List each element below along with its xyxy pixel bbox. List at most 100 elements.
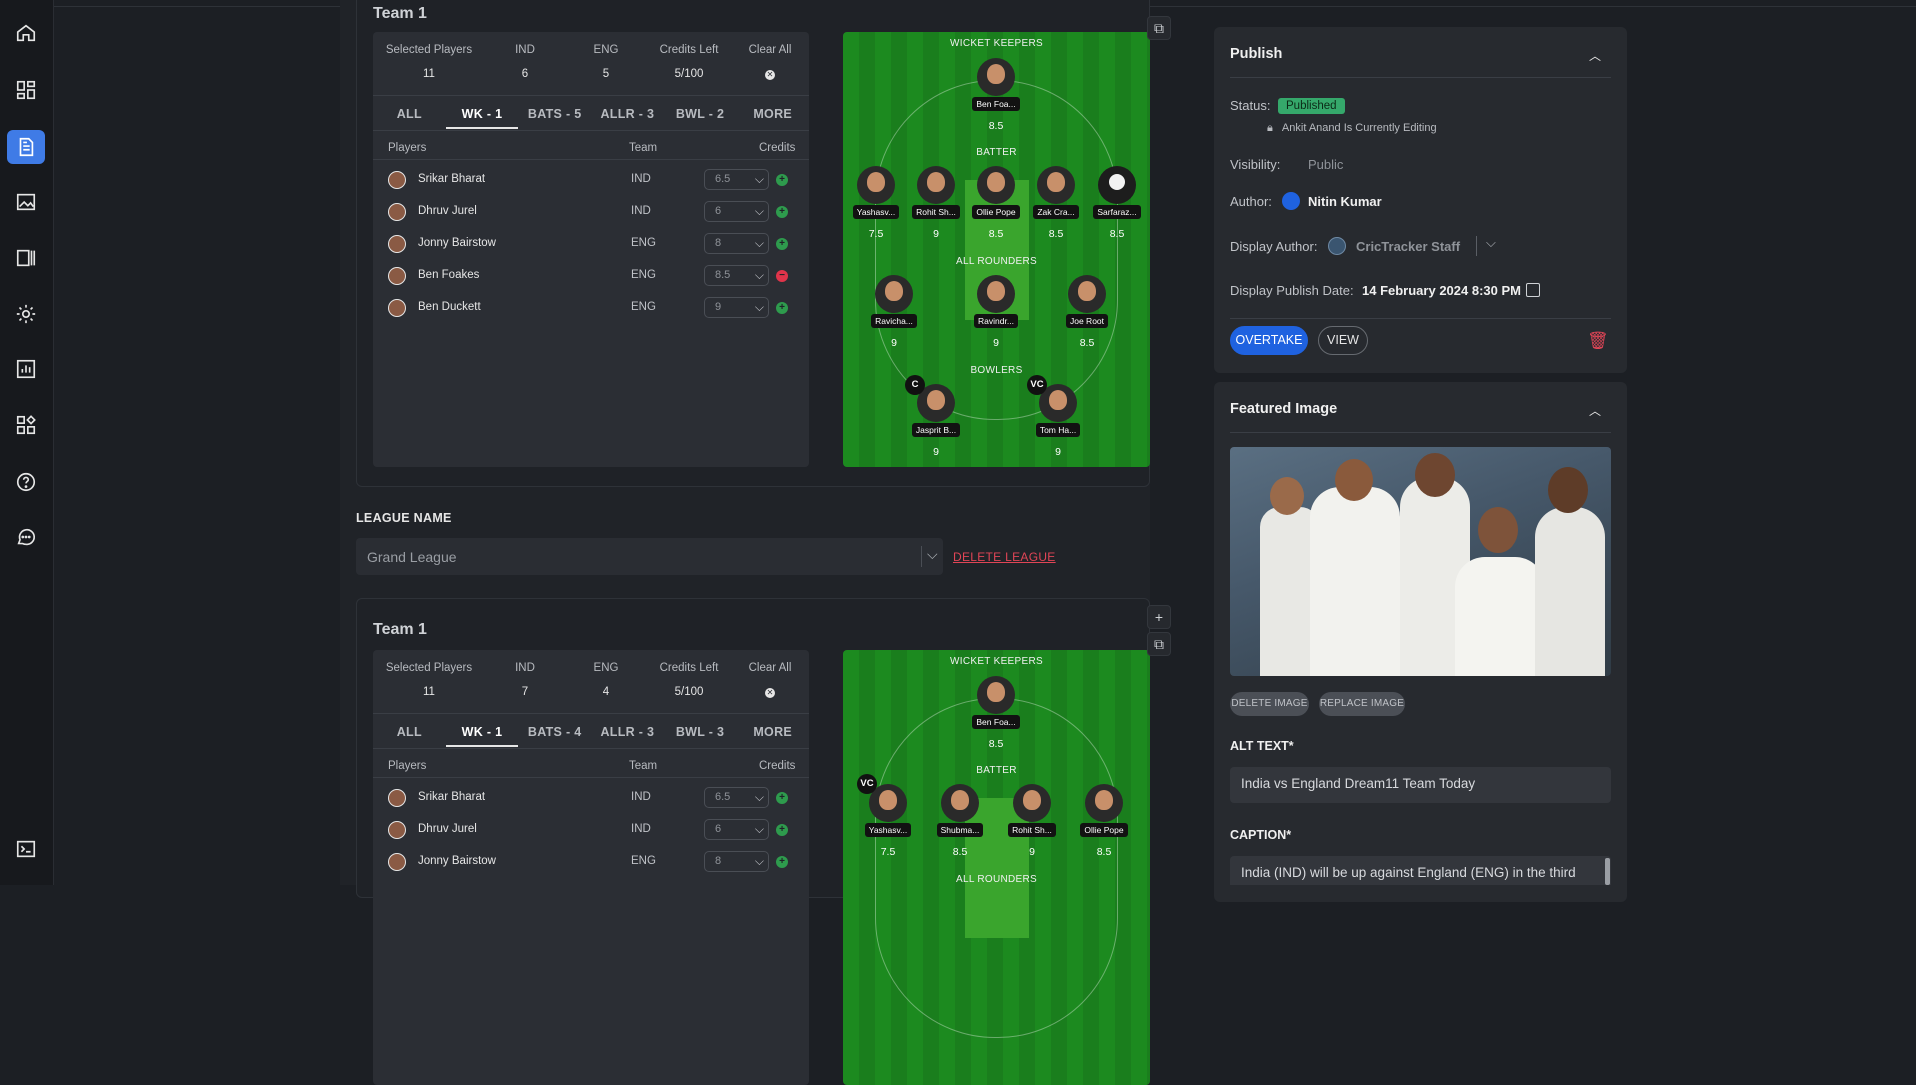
remove-player-icon[interactable]: −	[776, 270, 788, 282]
credits-select[interactable]: 6.5 ⌵	[704, 169, 769, 190]
team-card: Team 1 Selected Players IND ENG Credits …	[356, 598, 1150, 1085]
player-row[interactable]: Ben Duckett ENG 9 ⌵ +	[373, 292, 809, 324]
help-icon[interactable]	[7, 465, 45, 499]
pitch-player[interactable]: Yashasv... 7.5	[860, 784, 916, 858]
pitch-player[interactable]: Yashasv... 7.5	[848, 166, 904, 240]
tab-all[interactable]: ALL	[373, 717, 446, 747]
chevron-down-icon: ⌵	[754, 204, 764, 218]
player-row[interactable]: Dhruv Jurel IND 6 ⌵ +	[373, 196, 809, 228]
player-row[interactable]: Jonny Bairstow ENG 8 ⌵ +	[373, 846, 809, 878]
overtake-button[interactable]: OVERTAKE	[1230, 326, 1308, 355]
pitch-player[interactable]: Rohit Sh... 9	[1004, 784, 1060, 858]
credits-select[interactable]: 9 ⌵	[704, 297, 769, 318]
tab-bats[interactable]: BATS - 5	[518, 99, 591, 129]
columns-icon[interactable]	[7, 241, 45, 275]
pitch-player[interactable]: Ben Foa... 8.5	[968, 58, 1024, 132]
gear-icon[interactable]	[7, 297, 45, 331]
league-name-select[interactable]: Grand League ⌵	[356, 538, 943, 575]
pitch-player-name: Ravindr...	[974, 314, 1018, 328]
player-name: Ben Foakes	[418, 269, 480, 281]
add-player-icon[interactable]: +	[776, 856, 788, 868]
home-icon[interactable]	[7, 16, 45, 50]
caption-scrollbar[interactable]	[1605, 858, 1610, 885]
tab-all[interactable]: ALL	[373, 99, 446, 129]
add-player-icon[interactable]: +	[776, 174, 788, 186]
author-value[interactable]: Nitin Kumar	[1308, 194, 1382, 209]
player-row[interactable]: Jonny Bairstow ENG 8 ⌵ +	[373, 228, 809, 260]
replace-image-button[interactable]: REPLACE IMAGE	[1319, 692, 1405, 716]
dashboard-icon[interactable]	[7, 73, 45, 107]
calendar-icon[interactable]	[1526, 283, 1540, 297]
copy-icon[interactable]: ⧉	[1147, 16, 1171, 40]
tab-allr[interactable]: ALLR - 3	[591, 717, 664, 747]
pitch-player[interactable]: Sarfaraz... 8.5	[1089, 166, 1145, 240]
player-row[interactable]: Ben Foakes ENG 8.5 ⌵ −	[373, 260, 809, 292]
pitch-player[interactable]: Jasprit B... 9	[908, 384, 964, 458]
copy-icon[interactable]: ⧉	[1147, 632, 1171, 656]
chevron-up-icon[interactable]: ︿	[1589, 47, 1601, 64]
status-label: Status:	[1230, 98, 1271, 113]
visibility-value[interactable]: Public	[1308, 157, 1343, 172]
delete-league-link[interactable]: DELETE LEAGUE	[953, 550, 1056, 564]
player-name: Srikar Bharat	[418, 173, 486, 185]
tab-more[interactable]: MORE	[736, 717, 809, 747]
credits-select[interactable]: 8 ⌵	[704, 233, 769, 254]
pitch-player[interactable]: Ollie Pope 8.5	[1076, 784, 1132, 858]
lock-icon: 🔒︎	[1267, 122, 1273, 134]
tab-wk[interactable]: WK - 1	[445, 717, 519, 747]
alt-text-input[interactable]: India vs England Dream11 Team Today	[1230, 767, 1611, 803]
pitch-player[interactable]: Tom Ha... 9	[1030, 384, 1086, 458]
player-row[interactable]: Srikar Bharat IND 6.5 ⌵ +	[373, 782, 809, 814]
widgets-icon[interactable]	[7, 408, 45, 442]
player-row[interactable]: Srikar Bharat IND 6.5 ⌵ +	[373, 164, 809, 196]
credits-select[interactable]: 8.5 ⌵	[704, 265, 769, 286]
pitch-player[interactable]: Shubma... 8.5	[932, 784, 988, 858]
collapse-icon[interactable]	[7, 832, 45, 866]
view-button[interactable]: VIEW	[1318, 326, 1368, 355]
credits-select[interactable]: 6.5 ⌵	[704, 787, 769, 808]
player-name: Srikar Bharat	[418, 791, 486, 803]
delete-image-button[interactable]: DELETE IMAGE	[1230, 692, 1309, 716]
chevron-down-icon[interactable]: ⌵	[1486, 235, 1496, 251]
pitch-player[interactable]: Joe Root 8.5	[1059, 275, 1115, 349]
crictracker-logo-icon	[1328, 237, 1346, 255]
trash-icon[interactable]: 🗑︎	[1587, 331, 1609, 351]
add-player-icon[interactable]: +	[776, 238, 788, 250]
pitch-player[interactable]: Rohit Sh... 9	[908, 166, 964, 240]
add-icon[interactable]: +	[1147, 605, 1171, 629]
pitch-player[interactable]: Zak Cra... 8.5	[1028, 166, 1084, 240]
chevron-down-icon: ⌵	[754, 236, 764, 250]
pitch-player[interactable]: Ben Foa... 8.5	[968, 676, 1024, 750]
add-player-icon[interactable]: +	[776, 824, 788, 836]
clear-all-icon[interactable]: ✕	[765, 688, 775, 698]
tab-more[interactable]: MORE	[736, 99, 809, 129]
tab-bwl[interactable]: BWL - 3	[664, 717, 737, 747]
add-player-icon[interactable]: +	[776, 206, 788, 218]
caption-textarea[interactable]: India (IND) will be up against England (…	[1230, 856, 1611, 885]
tab-bats[interactable]: BATS - 4	[518, 717, 591, 747]
pitch-player[interactable]: Ravicha... 9	[866, 275, 922, 349]
pitch-player-name: Yashasv...	[852, 205, 900, 219]
pitch-player-name: Shubma...	[936, 823, 984, 837]
pitch-player-points: 9	[1029, 846, 1035, 858]
player-row[interactable]: Dhruv Jurel IND 6 ⌵ +	[373, 814, 809, 846]
image-icon[interactable]	[7, 185, 45, 219]
credits-select[interactable]: 6 ⌵	[704, 819, 769, 840]
document-icon[interactable]	[7, 130, 45, 164]
player-photo	[1068, 275, 1106, 313]
add-player-icon[interactable]: +	[776, 302, 788, 314]
chevron-up-icon[interactable]: ︿	[1589, 402, 1601, 419]
tab-allr[interactable]: ALLR - 3	[591, 99, 664, 129]
credits-select[interactable]: 6 ⌵	[704, 201, 769, 222]
caption-label: CAPTION*	[1230, 828, 1292, 842]
pitch-player[interactable]: Ollie Pope 8.5	[968, 166, 1024, 240]
credits-select[interactable]: 8 ⌵	[704, 851, 769, 872]
analytics-icon[interactable]	[7, 352, 45, 386]
tab-bwl[interactable]: BWL - 2	[664, 99, 737, 129]
tab-wk[interactable]: WK - 1	[445, 99, 519, 129]
clear-all-icon[interactable]: ✕	[765, 70, 775, 80]
chat-icon[interactable]	[7, 520, 45, 554]
pitch-player[interactable]: Ravindr... 9	[968, 275, 1024, 349]
add-player-icon[interactable]: +	[776, 792, 788, 804]
display-author-value[interactable]: CricTracker Staff	[1356, 239, 1460, 254]
